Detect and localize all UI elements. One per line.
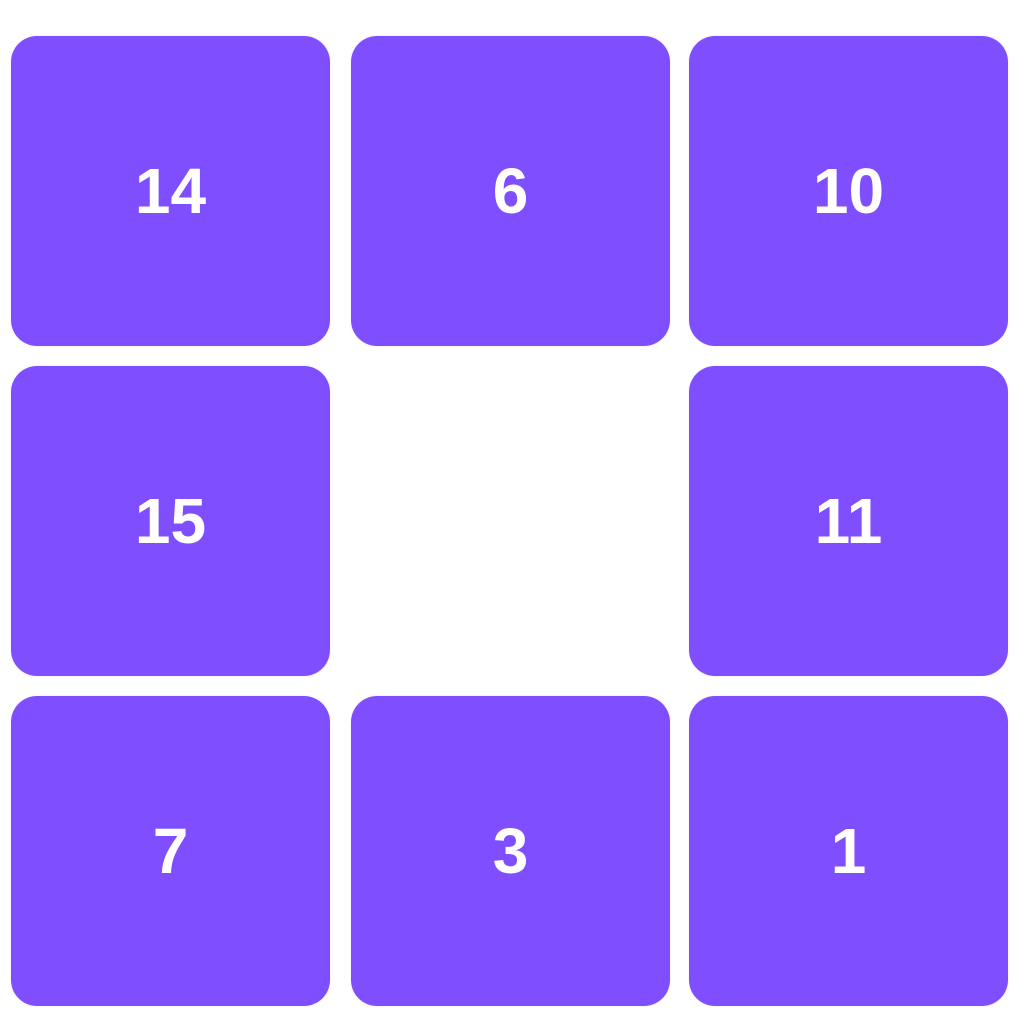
puzzle-tile[interactable]: 6: [351, 36, 670, 346]
puzzle-tile[interactable]: 15: [11, 366, 330, 676]
puzzle-tile[interactable]: 3: [351, 696, 670, 1006]
puzzle-tile[interactable]: 1: [689, 696, 1008, 1006]
puzzle-tile[interactable]: 7: [11, 696, 330, 1006]
puzzle-tile[interactable]: 14: [11, 36, 330, 346]
puzzle-tile[interactable]: 11: [689, 366, 1008, 676]
empty-slot: [351, 366, 670, 676]
puzzle-board: 14 6 10 15 11 7 3 1: [0, 0, 1024, 1024]
puzzle-tile[interactable]: 10: [689, 36, 1008, 346]
